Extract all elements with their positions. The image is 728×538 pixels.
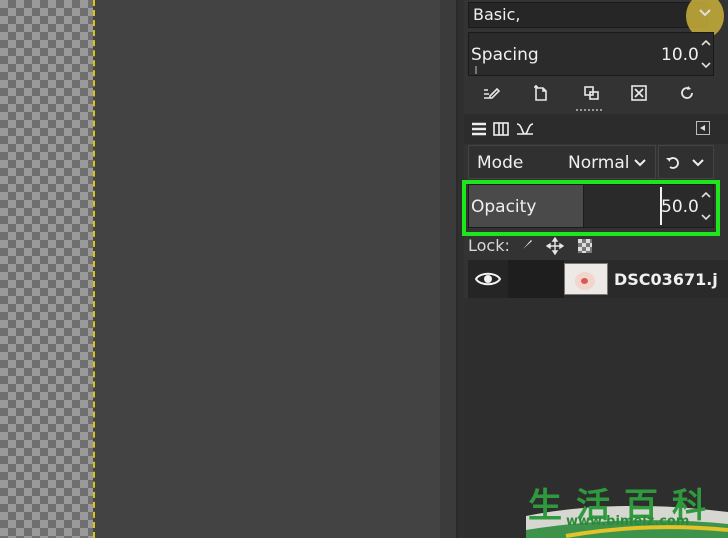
- canvas-scrollbar[interactable]: [440, 0, 458, 538]
- move-icon[interactable]: [546, 237, 564, 255]
- spacing-value: 10.0: [661, 45, 699, 65]
- dock-tab-bar: [464, 114, 728, 144]
- chevron-down-icon: [699, 9, 711, 17]
- duplicate-brush-button[interactable]: [578, 80, 604, 106]
- channels-icon: [493, 122, 509, 136]
- increment-icon[interactable]: [700, 39, 712, 47]
- refresh-brushes-button[interactable]: [674, 80, 700, 106]
- new-brush-button[interactable]: [528, 80, 554, 106]
- layer-thumbnail[interactable]: [564, 263, 608, 295]
- mode-value: Normal: [568, 153, 630, 173]
- edit-brush-button[interactable]: [478, 80, 504, 106]
- right-dock: Basic, Spacing 10.0 Mode Normal Opacity …: [464, 0, 728, 538]
- canvas-area[interactable]: [95, 0, 440, 538]
- watermark-url: www.bimeiz.com: [566, 514, 690, 529]
- new-document-icon: [534, 85, 547, 101]
- layer-name[interactable]: DSC03671.j: [614, 270, 718, 289]
- refresh-icon: [681, 86, 693, 99]
- spacing-bar: [475, 66, 477, 74]
- mode-dropdown[interactable]: Mode Normal: [468, 145, 656, 179]
- delete-icon: [631, 85, 647, 101]
- delete-brush-button[interactable]: [626, 80, 652, 106]
- checkerboard-icon[interactable]: [576, 237, 594, 255]
- dock-menu-button[interactable]: [696, 121, 710, 135]
- paths-icon: [516, 123, 534, 135]
- opacity-highlight-box: [462, 180, 720, 236]
- brush-preset-value: Basic,: [473, 5, 521, 24]
- chevron-down-icon: [692, 159, 704, 167]
- decrement-icon[interactable]: [700, 61, 712, 69]
- brush-preset-field[interactable]: Basic,: [468, 2, 708, 28]
- triangle-left-icon: [700, 125, 705, 131]
- thumbnail-detail: [581, 278, 588, 284]
- undo-icon: [666, 157, 679, 169]
- chain-toggle[interactable]: [508, 260, 564, 298]
- tab-channels[interactable]: [488, 116, 514, 142]
- edit-icon: [484, 87, 500, 99]
- lock-label: Lock:: [468, 236, 510, 255]
- chevron-down-icon: [634, 159, 646, 167]
- tab-paths[interactable]: [512, 116, 538, 142]
- eye-icon: [474, 272, 502, 286]
- spacing-spinner[interactable]: Spacing 10.0: [468, 32, 714, 76]
- visibility-toggle[interactable]: [468, 260, 509, 298]
- brush-icon[interactable]: [518, 238, 534, 254]
- canvas-transparent-area[interactable]: [0, 0, 93, 538]
- layer-row[interactable]: DSC03671.j: [468, 260, 728, 298]
- spacing-label: Spacing: [471, 45, 539, 65]
- composite-mode-dropdown[interactable]: [658, 145, 714, 179]
- mode-label: Mode: [477, 153, 524, 173]
- layers-icon: [472, 122, 486, 136]
- duplicate-icon: [584, 86, 599, 100]
- watermark: 生活百科 www.bimeiz.com: [526, 478, 728, 538]
